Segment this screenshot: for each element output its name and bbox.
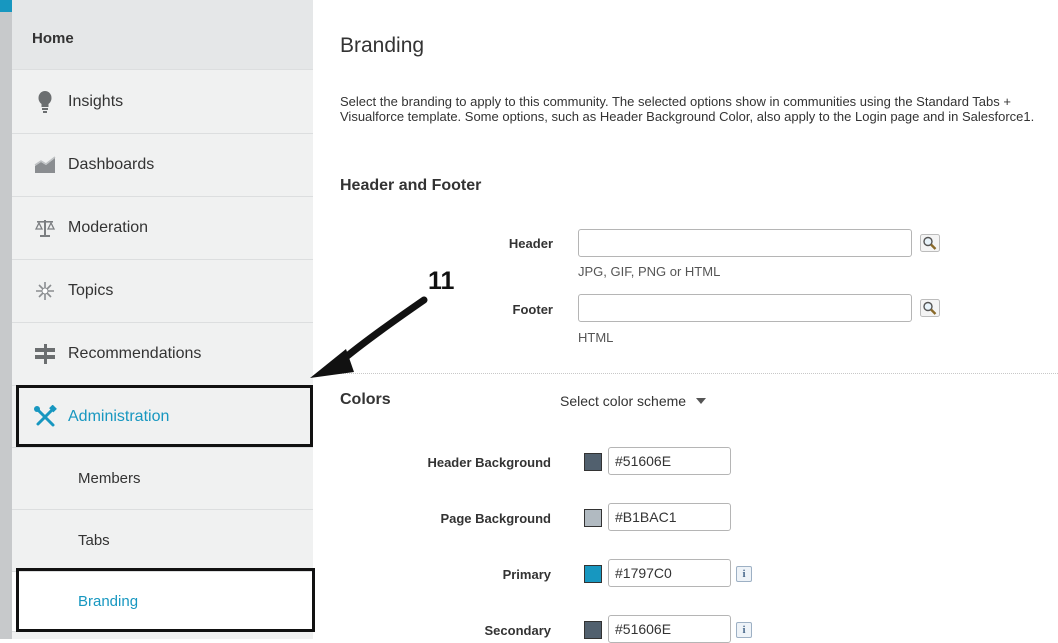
sidebar-subitem-branding[interactable]: Branding (12, 572, 313, 632)
info-icon[interactable]: i (736, 622, 752, 638)
lookup-icon[interactable] (920, 299, 940, 317)
sidebar-item-recommendations[interactable]: Recommendations (12, 323, 313, 386)
lookup-icon[interactable] (920, 234, 940, 252)
annotation-step-number: 11 (428, 267, 455, 295)
page-background-label: Page Background (440, 511, 551, 526)
lightbulb-icon (32, 90, 58, 114)
sidebar-subitem-label: Members (78, 470, 141, 487)
footer-input[interactable] (578, 294, 912, 322)
color-scheme-select-label: Select color scheme (560, 393, 687, 409)
sidebar-item-home[interactable]: Home (12, 0, 313, 70)
sidebar-item-administration[interactable]: Administration (12, 386, 313, 448)
header-background-label: Header Background (427, 455, 551, 470)
primary-swatch[interactable] (584, 565, 602, 583)
color-scheme-select[interactable]: Select color scheme (560, 393, 707, 409)
info-icon[interactable]: i (736, 566, 752, 582)
chart-icon (32, 153, 58, 177)
main-content: Branding Select the branding to apply to… (313, 0, 1058, 643)
sidebar: Home Insights Dashboards Moderation Topi… (0, 0, 313, 639)
header-input[interactable] (578, 229, 912, 257)
section-title-header-footer: Header and Footer (340, 177, 482, 194)
page-background-input[interactable] (608, 503, 731, 531)
sidebar-item-label: Recommendations (68, 345, 202, 362)
sidebar-item-dashboards[interactable]: Dashboards (12, 134, 313, 197)
page-title: Branding (340, 34, 425, 57)
corner-mark (0, 0, 12, 12)
chevron-down-icon (696, 398, 707, 404)
sidebar-item-label: Moderation (68, 219, 149, 236)
secondary-label: Secondary (484, 623, 551, 638)
sidebar-subitem-label: Branding (78, 593, 139, 610)
header-background-input[interactable] (608, 447, 731, 475)
header-background-swatch[interactable] (584, 453, 602, 471)
secondary-swatch[interactable] (584, 621, 602, 639)
sidebar-item-moderation[interactable]: Moderation (12, 197, 313, 260)
sidebar-item-label: Home (32, 30, 74, 47)
primary-input[interactable] (608, 559, 731, 587)
section-divider (327, 373, 1058, 374)
signpost-icon (32, 342, 58, 366)
header-hint: JPG, GIF, PNG or HTML (578, 264, 721, 279)
page-description: Select the branding to apply to this com… (340, 94, 1035, 124)
tools-icon (32, 404, 58, 429)
sidebar-subitem-tabs[interactable]: Tabs (12, 510, 313, 572)
footer-hint: HTML (578, 330, 614, 345)
footer-label: Footer (512, 302, 553, 317)
sidebar-item-insights[interactable]: Insights (12, 71, 313, 134)
sidebar-subitem-members[interactable]: Members (12, 448, 313, 510)
sidebar-item-label: Topics (68, 282, 114, 299)
sidebar-item-label: Insights (68, 93, 124, 110)
header-label: Header (508, 236, 553, 251)
sidebar-item-label: Administration (68, 407, 170, 425)
scales-icon (32, 216, 58, 240)
sparkle-icon (32, 279, 58, 303)
sidebar-item-topics[interactable]: Topics (12, 260, 313, 323)
page-background-swatch[interactable] (584, 509, 602, 527)
sidebar-item-label: Dashboards (68, 156, 155, 173)
sidebar-subitem-label: Tabs (78, 532, 110, 549)
section-title-colors: Colors (340, 391, 391, 408)
primary-label: Primary (502, 567, 551, 582)
